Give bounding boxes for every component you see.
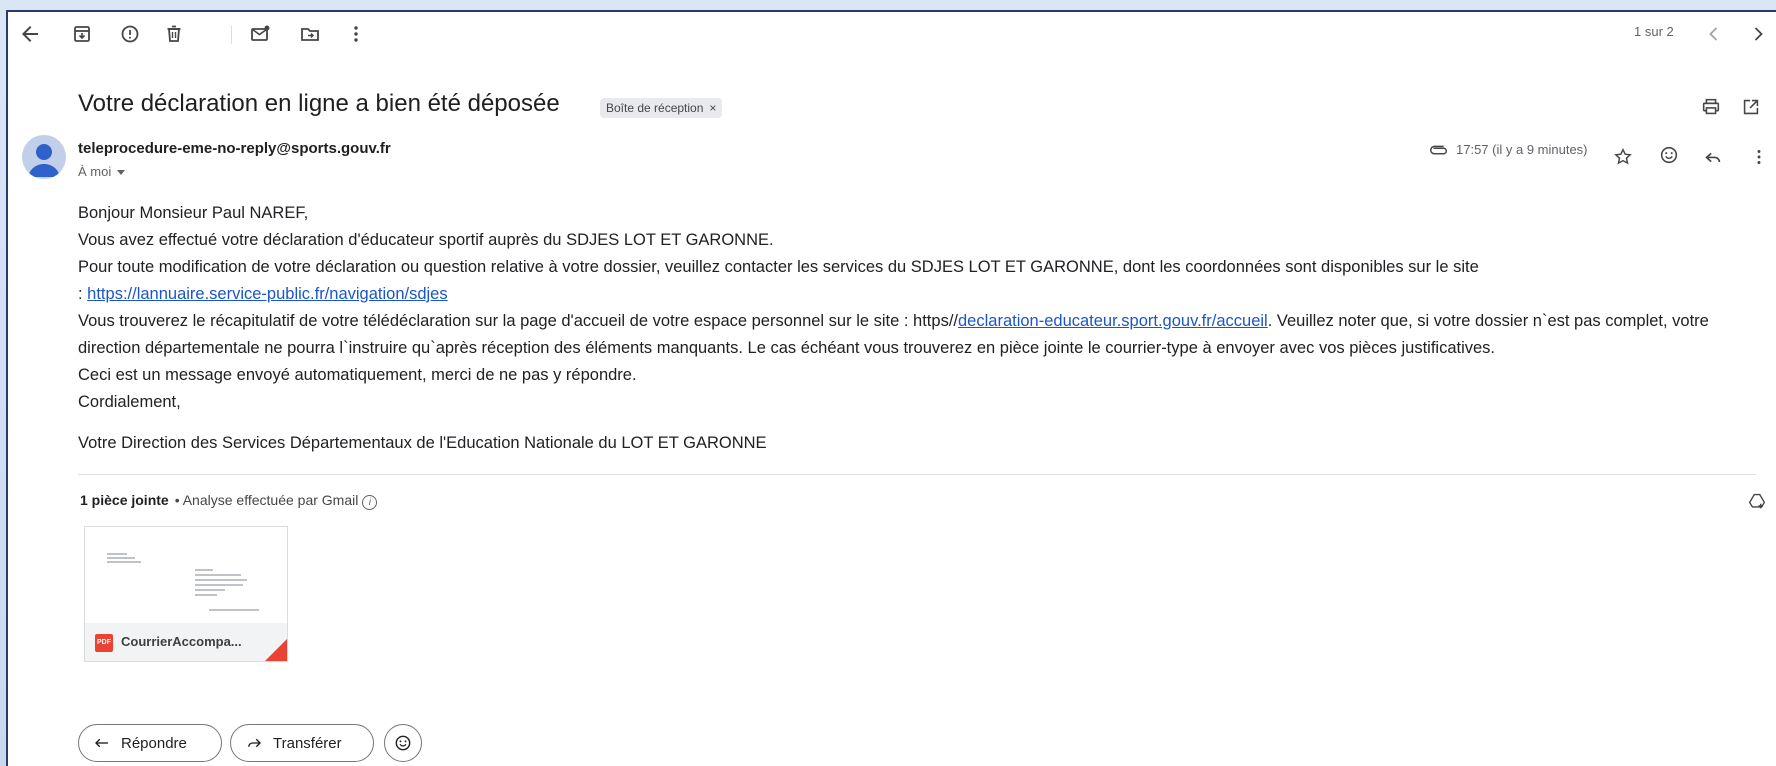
archive-icon[interactable] bbox=[70, 22, 94, 46]
attachments-header: 1 pièce jointe • Analyse effectuée par Gm… bbox=[80, 492, 378, 510]
body-line-2: Pour toute modification de votre déclara… bbox=[78, 258, 1479, 276]
body-greeting: Bonjour Monsieur Paul NAREF, bbox=[78, 204, 309, 222]
mark-unread-icon[interactable] bbox=[248, 22, 272, 46]
inbox-label-chip[interactable]: Boîte de réception × bbox=[600, 98, 723, 118]
body-line-3-before: Vous trouverez le récapitulatif de votre… bbox=[78, 312, 958, 330]
body-line-2-prefix: : bbox=[78, 285, 88, 303]
message-more-icon[interactable] bbox=[1748, 146, 1770, 168]
annuaire-link[interactable]: https://lannuaire.service-public.fr/navi… bbox=[87, 285, 447, 303]
print-icon[interactable] bbox=[1700, 96, 1722, 118]
forward-button[interactable]: Transférer bbox=[230, 724, 374, 762]
body-closing: Cordialement, bbox=[78, 393, 181, 411]
toolbar: 1 sur 2 bbox=[8, 12, 1776, 56]
sender-avatar[interactable] bbox=[22, 135, 66, 179]
reply-button-label: Répondre bbox=[121, 734, 187, 752]
email-body: Bonjour Monsieur Paul NAREF, Vous avez e… bbox=[78, 200, 1758, 457]
recipient-details[interactable]: À moi bbox=[78, 164, 126, 179]
info-icon[interactable]: i bbox=[362, 495, 378, 510]
older-chevron-right-icon[interactable] bbox=[1746, 22, 1770, 46]
body-line-4: Ceci est un message envoyé automatiqueme… bbox=[78, 366, 637, 384]
email-subject: Votre déclaration en ligne a bien été dé… bbox=[78, 90, 560, 117]
emoji-button[interactable] bbox=[384, 724, 422, 762]
add-to-drive-icon[interactable] bbox=[1746, 490, 1768, 512]
smiley-icon bbox=[395, 735, 411, 751]
recipient-text: À moi bbox=[78, 164, 112, 179]
received-time: 17:57 (il y a 9 minutes) bbox=[1456, 142, 1588, 157]
body-signature: Votre Direction des Services Département… bbox=[78, 434, 767, 452]
forward-button-label: Transférer bbox=[273, 734, 342, 752]
move-to-folder-icon[interactable] bbox=[298, 22, 322, 46]
attachment-count: 1 pièce jointe bbox=[80, 492, 169, 508]
spam-icon[interactable] bbox=[118, 22, 142, 46]
reply-icon[interactable] bbox=[1702, 146, 1724, 168]
attachment-file-name[interactable]: CourrierAccompa... bbox=[121, 634, 242, 649]
sender-address[interactable]: teleprocedure-eme-no-reply@sports.gouv.f… bbox=[78, 140, 391, 157]
caret-down-icon[interactable] bbox=[117, 170, 126, 176]
pdf-file-icon: PDF bbox=[95, 634, 113, 652]
body-line-1: Vous avez effectué votre déclaration d'é… bbox=[78, 231, 774, 249]
attachments-divider bbox=[78, 474, 1756, 475]
attachment-card[interactable]: PDF CourrierAccompa... bbox=[84, 526, 288, 662]
pdf-corner-fold bbox=[265, 639, 287, 661]
remove-label-icon[interactable]: × bbox=[709, 101, 716, 115]
delete-icon[interactable] bbox=[162, 22, 186, 46]
reply-button[interactable]: Répondre bbox=[78, 724, 222, 762]
attachment-clip-icon bbox=[1428, 140, 1450, 162]
body-line-3: Vous trouverez le récapitulatif de votre… bbox=[78, 308, 1758, 362]
body-line-2-link-row: : https://lannuaire.service-public.fr/na… bbox=[78, 281, 1758, 308]
reply-arrow-icon bbox=[95, 738, 108, 748]
toolbar-separator bbox=[231, 26, 232, 44]
subject-row: Votre déclaration en ligne a bien été dé… bbox=[78, 90, 1759, 124]
body-gap bbox=[78, 416, 1758, 430]
newer-chevron-left-icon[interactable] bbox=[1702, 22, 1726, 46]
attachment-preview bbox=[85, 527, 287, 623]
back-arrow-icon[interactable] bbox=[18, 22, 42, 46]
open-in-new-window-icon[interactable] bbox=[1740, 96, 1762, 118]
more-vertical-icon[interactable] bbox=[344, 22, 368, 46]
forward-arrow-icon bbox=[248, 738, 261, 748]
inbox-label-text: Boîte de réception bbox=[606, 101, 704, 115]
scan-status: • Analyse effectuée par Gmail bbox=[174, 492, 359, 508]
emoji-reaction-icon[interactable] bbox=[1658, 144, 1680, 166]
star-icon[interactable] bbox=[1612, 146, 1634, 168]
attachment-footer: PDF CourrierAccompa... bbox=[85, 623, 287, 661]
declaration-portal-link[interactable]: declaration-educateur.sport.gouv.fr/accu… bbox=[958, 312, 1268, 330]
pagination-count: 1 sur 2 bbox=[1634, 24, 1674, 39]
email-window: 1 sur 2 Votre déclaration en ligne a bie… bbox=[6, 10, 1776, 766]
